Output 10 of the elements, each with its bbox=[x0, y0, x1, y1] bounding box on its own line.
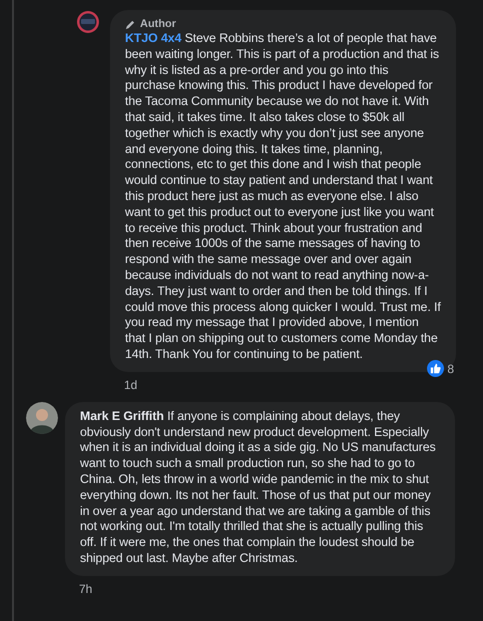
user-avatar[interactable] bbox=[26, 402, 58, 434]
pencil-icon bbox=[125, 18, 136, 30]
author-label: Author bbox=[125, 17, 176, 31]
thumbs-up-icon bbox=[427, 360, 444, 378]
author-name-link[interactable]: KTJO 4x4 bbox=[125, 31, 182, 45]
comment-text: Mark E Griffith If anyone is complaining about delays, they obviously don't understand new product development. Especially when it is an individual doing it as a side gig. No US manufactures want to touch such a small production run, so she had to go to China. Oh, lets throw in a world wide pandemic in the mix to shut everything down. Its not her fault. Those of us that put our money in over a year ago understand that we are taking a gamble of this not working out. I'm totally thrilled that she is actually pulling this off. If it were me, the ones that complain the loudest should be shipped out last. Maybe after Christmas. bbox=[80, 408, 437, 567]
comment-time[interactable]: 7h bbox=[79, 580, 92, 598]
comment-time[interactable]: 1d bbox=[124, 376, 138, 394]
author-name-link[interactable]: Mark E Griffith bbox=[80, 408, 164, 423]
page-avatar[interactable] bbox=[76, 10, 100, 34]
